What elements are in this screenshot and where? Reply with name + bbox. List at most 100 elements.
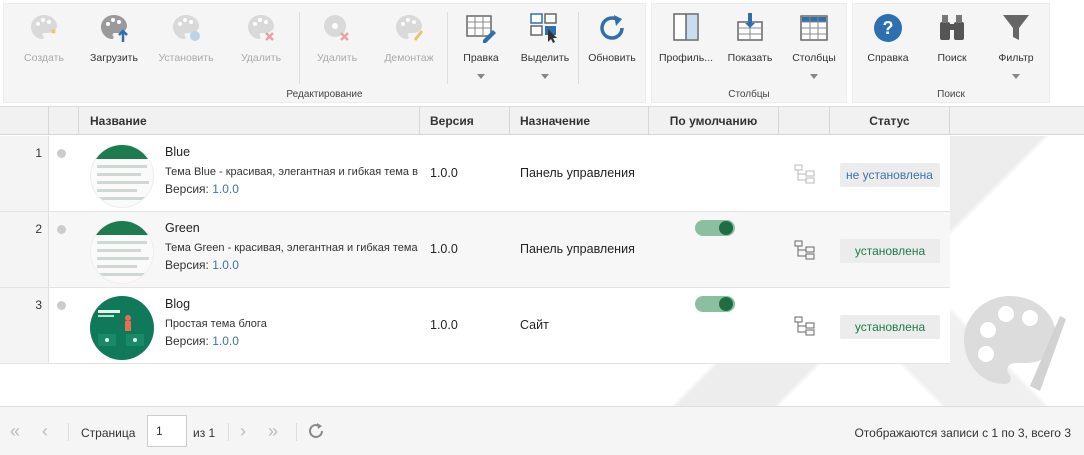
separator: [296, 423, 297, 441]
theme-version-line: Версия: 1.0.0: [165, 334, 239, 348]
palette-upload-icon: [101, 15, 128, 42]
toggle-knob: [719, 297, 733, 311]
edit-group: Создать Загрузить Установить Удалить Уда…: [3, 3, 646, 103]
themes-window: Создать Загрузить Установить Удалить Уда…: [0, 0, 1084, 455]
palette-watermark-icon: [964, 296, 1066, 391]
columns-label: Столбцы: [792, 52, 836, 64]
header-tree: [779, 107, 830, 135]
purpose-cell: Панель управления: [520, 166, 635, 180]
chevron-down-icon: [1012, 74, 1020, 79]
refresh-label: Обновить: [588, 52, 636, 64]
header-row-number: [0, 107, 49, 135]
palette-install-icon: [173, 15, 200, 41]
row-number-cell: 3: [0, 288, 49, 363]
version-value: 1.0.0: [212, 258, 239, 272]
row-number-cell: 2: [0, 212, 49, 287]
tree-structure-icon[interactable]: [794, 240, 816, 260]
separator: [299, 12, 300, 84]
toggle-knob: [719, 221, 733, 235]
separator: [228, 423, 229, 441]
remove-button[interactable]: Удалить: [305, 8, 369, 88]
purpose-cell: Сайт: [520, 318, 549, 332]
select-menu-label: Выделить: [520, 52, 570, 64]
upload-button[interactable]: Загрузить: [82, 8, 146, 88]
panel-layout-icon: [673, 13, 699, 41]
select-cursor-icon: [530, 13, 557, 43]
header-status[interactable]: Статус: [830, 107, 950, 135]
profile-button[interactable]: Профиль...: [654, 8, 718, 88]
filter-label: Фильтр: [998, 52, 1034, 64]
help-button[interactable]: ? Справка: [856, 8, 920, 88]
show-button[interactable]: Показать: [718, 8, 782, 88]
blog-preview-image: [98, 310, 144, 346]
separator: [68, 423, 69, 441]
select-menu-button[interactable]: Выделить: [513, 8, 577, 88]
table-row[interactable]: 1 Blue Тема Blue - красивая, элегантная …: [0, 136, 950, 212]
default-toggle[interactable]: [695, 220, 735, 236]
status-badge: установлена: [840, 315, 940, 339]
remove-label: Удалить: [316, 52, 358, 64]
search-label: Поиск: [937, 52, 967, 64]
version-cell: 1.0.0: [430, 318, 458, 332]
help-icon: ?: [874, 14, 902, 42]
status-badge: установлена: [840, 239, 940, 263]
next-page-icon[interactable]: ›: [240, 422, 246, 440]
version-value: 1.0.0: [212, 334, 239, 348]
chevron-down-icon: [541, 74, 549, 79]
version-value: 1.0.0: [212, 182, 239, 196]
help-label: Справка: [867, 52, 909, 64]
page-number-input[interactable]: 1: [147, 415, 187, 447]
uninstall-button[interactable]: Демонтаж: [377, 8, 441, 88]
profile-label: Профиль...: [658, 52, 714, 64]
delete-theme-button[interactable]: Удалить: [229, 8, 293, 88]
theme-version-line: Версия: 1.0.0: [165, 258, 239, 272]
default-toggle[interactable]: [695, 296, 735, 312]
version-label: Версия:: [165, 182, 209, 196]
separator: [578, 12, 579, 84]
edit-menu-button[interactable]: Правка: [449, 8, 513, 88]
pagination-bar: « ‹ Страница 1 из 1 › » Отображаются зап…: [0, 406, 1084, 455]
status-badge: не установлена: [840, 163, 940, 187]
binoculars-icon: [940, 15, 964, 40]
row-number-cell: 1: [0, 136, 49, 211]
create-button[interactable]: Создать: [12, 8, 76, 88]
theme-thumbnail: [90, 296, 154, 360]
header-purpose[interactable]: Назначение: [510, 107, 649, 135]
row-number: 2: [35, 222, 42, 236]
install-button[interactable]: Установить: [154, 8, 218, 88]
show-label: Показать: [727, 52, 773, 64]
last-page-icon[interactable]: »: [268, 422, 278, 440]
tree-structure-icon[interactable]: [794, 316, 816, 336]
prev-page-icon[interactable]: ‹: [42, 422, 48, 440]
header-default[interactable]: По умолчанию: [649, 107, 779, 135]
search-button[interactable]: Поиск: [920, 8, 984, 88]
chevron-down-icon: [810, 74, 818, 79]
chevron-down-icon: [477, 74, 485, 79]
uninstall-label: Демонтаж: [384, 52, 434, 64]
version-label: Версия:: [165, 258, 209, 272]
filter-button[interactable]: Фильтр: [984, 8, 1048, 88]
grid-header: Название Версия Назначение По умолчанию …: [0, 106, 1084, 135]
page-total: из 1: [193, 426, 216, 440]
column-show-icon: [737, 13, 763, 41]
tree-structure-icon[interactable]: [794, 164, 816, 184]
table-row[interactable]: 3 Blog Простая тема блога Версия: 1.0.0 …: [0, 288, 950, 364]
columns-button[interactable]: Столбцы: [782, 8, 846, 88]
theme-description: Простая тема блога: [165, 318, 267, 330]
table-row[interactable]: 2 Green Тема Green - красивая, элегантна…: [0, 212, 950, 288]
refresh-button[interactable]: Обновить: [580, 8, 644, 88]
columns-table-icon: [800, 15, 828, 41]
refresh-icon[interactable]: [306, 421, 326, 441]
theme-description: Тема Green - красивая, элегантная и гибк…: [165, 242, 419, 254]
first-page-icon[interactable]: «: [10, 422, 20, 440]
edit-menu-label: Правка: [463, 52, 499, 64]
purpose-cell: Панель управления: [520, 242, 635, 256]
version-cell: 1.0.0: [430, 242, 458, 256]
row-number: 1: [35, 146, 42, 160]
row-indicator-dot: [57, 301, 66, 310]
header-version[interactable]: Версия: [420, 107, 510, 135]
svg-text:?: ?: [883, 18, 894, 38]
header-name[interactable]: Название: [79, 107, 420, 135]
theme-version-line: Версия: 1.0.0: [165, 182, 239, 196]
disc-delete-icon: [324, 15, 349, 41]
